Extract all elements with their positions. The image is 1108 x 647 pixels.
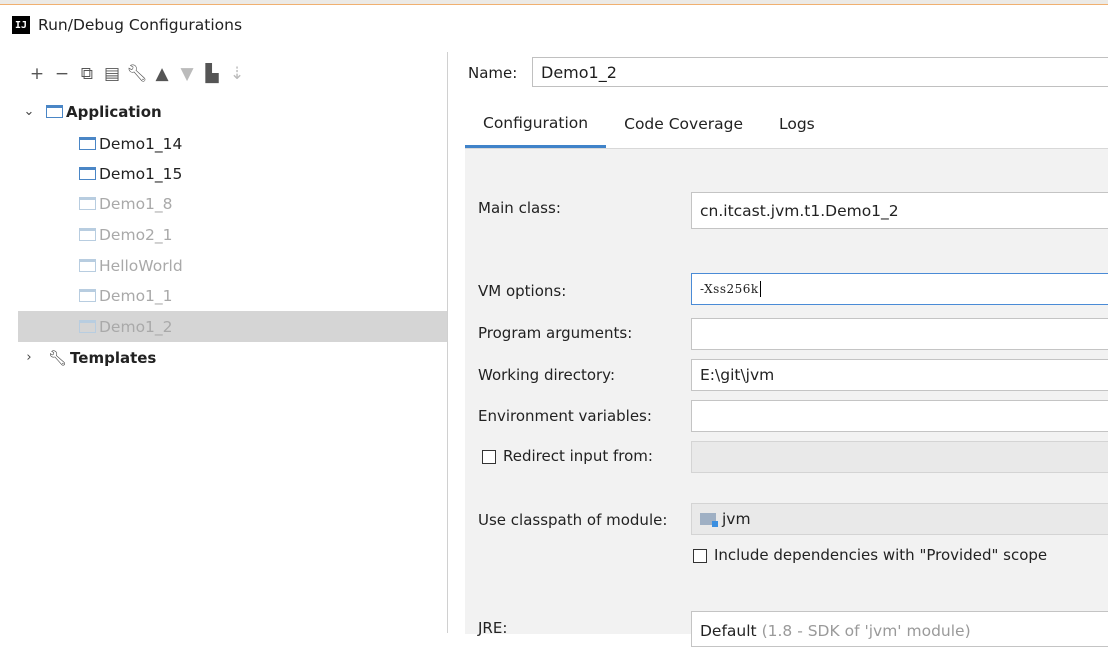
tree-item-label: Demo1_14 [99,134,183,153]
application-icon [46,105,63,118]
intellij-icon: IJ [12,16,30,34]
program-arguments-field[interactable] [691,318,1108,350]
add-icon[interactable]: + [26,63,48,85]
classpath-module-select[interactable]: jvm [691,503,1108,535]
jre-default-value: Default [700,622,757,640]
main-class-label: Main class: [478,199,561,217]
tree-node-templates[interactable]: › 🔧︎ Templates [18,342,447,373]
classpath-module-label: Use classpath of module: [478,511,668,529]
configuration-editor: Name: Demo1_2 Configuration Code Coverag… [448,48,1108,647]
configuration-panel: Main class: cn.itcast.jvm.t1.Demo1_2 VM … [465,148,1108,647]
module-folder-icon [700,513,718,527]
window-title: Run/Debug Configurations [38,16,243,34]
title-bar: IJ Run/Debug Configurations [0,5,1108,45]
chevron-right-icon[interactable]: › [22,350,36,365]
name-field[interactable]: Demo1_2 [532,57,1108,87]
vm-options-label: VM options: [478,282,567,300]
vm-options-field[interactable]: -Xss256k [691,273,1108,305]
tree-item-label: Demo2_1 [99,225,173,244]
redirect-input-field [691,441,1108,473]
working-directory-field[interactable]: E:\git\jvm [691,359,1108,391]
jre-select[interactable]: Default (1.8 - SDK of 'jvm' module) [691,611,1108,647]
config-file-icon [79,259,96,272]
folder-add-icon[interactable]: ▙ [201,63,223,85]
include-dependencies-label: Include dependencies with "Provided" sco… [714,546,1048,564]
tree-node-application[interactable]: ⌄ Application [18,96,447,127]
config-file-icon [79,197,96,210]
config-file-icon [79,137,96,150]
tree-item[interactable]: HelloWorld [18,250,447,281]
vm-options-value: -Xss256k [700,282,759,296]
tree-item-label: Demo1_8 [99,194,173,213]
redirect-input-label: Redirect input from: [503,447,653,465]
tree-item[interactable]: Demo2_1 [18,219,447,250]
config-file-icon [79,320,96,333]
remove-icon[interactable]: − [51,63,73,85]
tree-item[interactable]: Demo1_14 [18,128,447,159]
tree-item[interactable]: Demo1_8 [18,188,447,219]
redirect-input-checkbox[interactable] [482,450,496,464]
configurations-panel: + − ⧉ ▤ 🔧︎ ▲ ▼ ▙ ⇣ ⌄ Application Demo1_1… [18,52,448,633]
tree-item-label: Demo1_2 [99,317,173,336]
program-arguments-label: Program arguments: [478,324,633,342]
main-class-field[interactable]: cn.itcast.jvm.t1.Demo1_2 [691,192,1108,229]
config-file-icon [79,228,96,241]
text-caret [759,281,761,297]
include-dependencies-checkbox[interactable] [693,549,707,563]
config-file-icon [79,167,96,180]
tree-item[interactable]: Demo1_15 [18,158,447,189]
tree-item-label: Demo1_1 [99,286,173,305]
tab-bar: Configuration Code Coverage Logs [465,100,833,148]
jre-label: JRE: [478,619,508,637]
config-file-icon [79,289,96,302]
tree-item-selected[interactable]: Demo1_2 [18,311,447,342]
save-icon[interactable]: ▤ [101,63,123,85]
name-label: Name: [468,64,518,82]
tree-item-label: Demo1_15 [99,164,183,183]
classpath-module-value: jvm [722,510,751,528]
tree-item[interactable]: Demo1_1 [18,280,447,311]
move-down-icon[interactable]: ▼ [176,63,198,85]
tree-item-label: HelloWorld [99,256,183,275]
tree-label-templates: Templates [70,348,157,367]
tab-code-coverage[interactable]: Code Coverage [606,100,761,148]
copy-icon[interactable]: ⧉ [76,63,98,85]
sort-icon[interactable]: ⇣ [226,63,248,85]
tab-logs[interactable]: Logs [761,100,833,148]
jre-hint: (1.8 - SDK of 'jvm' module) [761,622,971,640]
chevron-down-icon[interactable]: ⌄ [22,104,36,119]
tree-label-application: Application [66,102,162,121]
wrench-icon[interactable]: 🔧︎ [126,63,148,85]
move-up-icon[interactable]: ▲ [151,63,173,85]
environment-variables-field[interactable] [691,400,1108,432]
working-directory-label: Working directory: [478,366,616,384]
configurations-toolbar: + − ⧉ ▤ 🔧︎ ▲ ▼ ▙ ⇣ [18,52,447,96]
tab-configuration[interactable]: Configuration [465,100,607,148]
wrench-icon: 🔧︎ [48,348,68,367]
environment-variables-label: Environment variables: [478,407,652,425]
